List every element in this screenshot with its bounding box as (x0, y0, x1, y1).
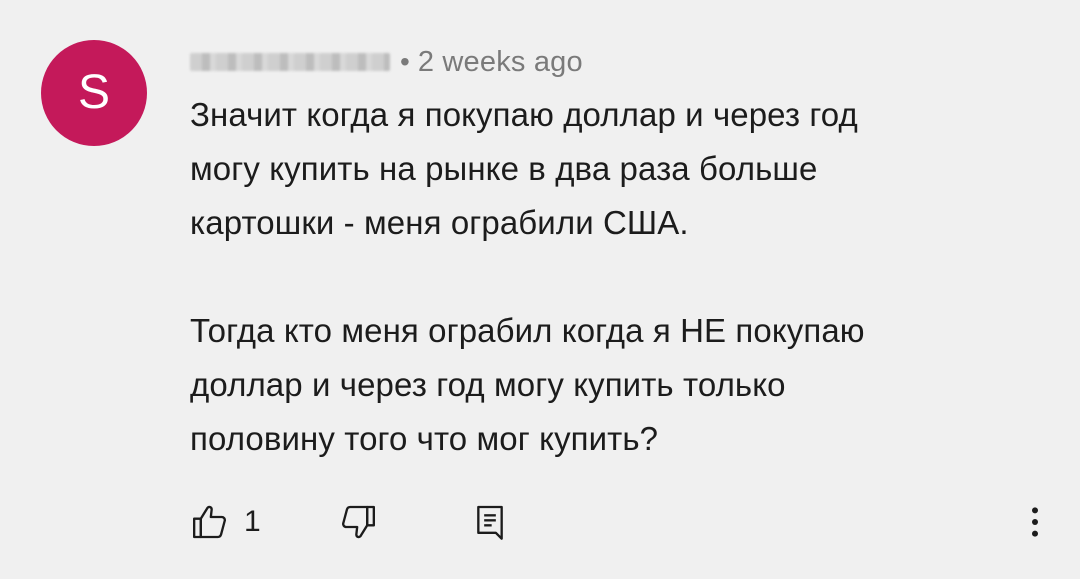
comment-text: Значит когда я покупаю доллар и через го… (190, 88, 1040, 466)
comment-paragraph-2: Тогда кто меня ограбил когда я НЕ покупа… (190, 312, 865, 457)
more-vertical-icon (1029, 502, 1041, 542)
thumbs-up-icon (190, 502, 230, 542)
avatar[interactable]: S (41, 40, 147, 146)
dislike-button[interactable] (338, 500, 378, 544)
comment-card: S • 2 weeks ago Значит когда я покупаю д… (0, 0, 1080, 579)
author-name-redacted[interactable] (190, 53, 390, 71)
like-button[interactable]: 1 (190, 500, 261, 544)
reply-comment-icon (470, 502, 510, 542)
comment-actions: 1 (190, 500, 1050, 544)
comment-paragraph-1: Значит когда я покупаю доллар и через го… (190, 96, 858, 241)
comment-header: • 2 weeks ago (190, 42, 583, 82)
meta-separator: • (400, 46, 410, 77)
timestamp[interactable]: 2 weeks ago (418, 46, 583, 79)
like-count: 1 (244, 505, 261, 538)
reply-button[interactable] (470, 500, 510, 544)
thumbs-down-icon (338, 502, 378, 542)
avatar-letter: S (77, 66, 110, 119)
more-options-button[interactable] (1020, 500, 1050, 544)
